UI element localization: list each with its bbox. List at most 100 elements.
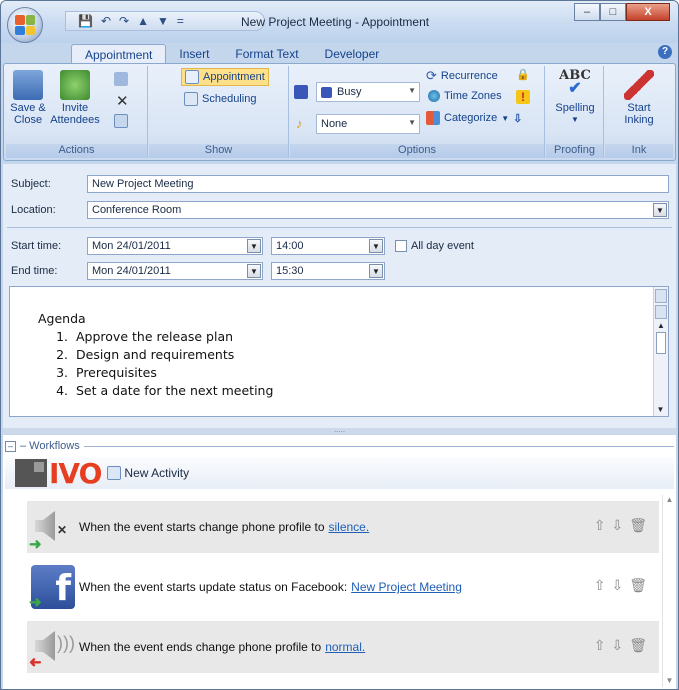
trash-icon[interactable]: 🗑 [629, 637, 647, 654]
notes-body[interactable]: Agenda Approve the release plan Design a… [9, 286, 669, 417]
window-title: New Project Meeting - Appointment [241, 15, 430, 29]
office-button[interactable] [7, 7, 43, 43]
scroll-thumb[interactable] [656, 332, 666, 354]
workflow-scrollbar[interactable]: ▲ ▼ [662, 495, 676, 687]
chevron-down-icon[interactable]: ▼ [247, 239, 261, 253]
redo-icon[interactable]: ↷ [119, 14, 129, 28]
group-label-options: Options [290, 144, 544, 158]
next-item-icon[interactable]: ▼ [157, 14, 169, 28]
subject-label: Subject: [11, 178, 51, 190]
save-close-button[interactable]: Save & Close [10, 70, 46, 126]
move-down-icon[interactable]: ⇩ [611, 577, 623, 594]
move-up-icon[interactable]: ⇧ [594, 517, 606, 534]
trash-icon[interactable]: 🗑 [629, 577, 647, 594]
delete-button[interactable]: ✕ [116, 92, 129, 110]
appointment-view-button[interactable]: Appointment [181, 68, 269, 86]
invite-label-1: Invite [61, 102, 89, 114]
chevron-down-icon[interactable]: ▼ [369, 264, 383, 278]
move-up-icon[interactable]: ⇧ [594, 577, 606, 594]
location-field[interactable]: Conference Room [87, 201, 669, 219]
tab-appointment[interactable]: Appointment [71, 44, 167, 65]
tab-insert[interactable]: Insert [166, 44, 222, 65]
show-as-swatch [294, 85, 308, 99]
chevron-down-icon: ▼ [408, 118, 416, 127]
collapse-toggle[interactable]: – [5, 440, 16, 452]
ruler-icon[interactable] [655, 289, 667, 303]
chevron-down-icon[interactable]: ▼ [247, 264, 261, 278]
ivo-mark-icon [15, 459, 47, 487]
title-bar: 💾 ↶ ↷ ▲ ▼ = New Project Meeting - Appoin… [1, 1, 678, 43]
quick-access-toolbar: 💾 ↶ ↷ ▲ ▼ = [65, 11, 265, 31]
start-date-field[interactable]: Mon 24/01/2011 [87, 237, 263, 255]
appointment-icon [185, 70, 199, 84]
save-close-icon [13, 70, 43, 100]
workflow-link[interactable]: normal. [325, 640, 365, 654]
spelling-button[interactable]: ABC ✔ Spelling ▼ [550, 69, 600, 126]
recurrence-button[interactable]: ⟳ Recurrence [426, 68, 498, 84]
appointment-window: 💾 ↶ ↷ ▲ ▼ = New Project Meeting - Appoin… [0, 0, 679, 690]
end-time-field[interactable]: 15:30 [271, 262, 385, 280]
scroll-down-icon[interactable]: ▼ [654, 405, 667, 414]
minimize-button[interactable]: – [574, 3, 600, 21]
start-inking-label-1: Start [627, 102, 651, 114]
pane-splitter[interactable]: ..... [3, 426, 676, 434]
scroll-up-icon[interactable]: ▲ [654, 321, 668, 330]
chevron-down-icon[interactable]: ▼ [369, 239, 383, 253]
workflow-link[interactable]: New Project Meeting [351, 580, 462, 594]
customize-qat-icon[interactable]: = [177, 14, 184, 28]
move-down-icon[interactable]: ⇩ [611, 517, 623, 534]
reminder-dropdown[interactable]: None ▼ [316, 114, 420, 134]
chevron-down-icon[interactable]: ▼ [653, 203, 667, 217]
scroll-down-icon[interactable]: ▼ [663, 676, 676, 685]
workflow-row[interactable]: ))) ➜ When the event ends change phone p… [27, 621, 659, 673]
low-importance-icon[interactable]: ⇩ [513, 112, 522, 125]
move-down-icon[interactable]: ⇩ [611, 637, 623, 654]
speaker-muted-icon: ✕ ➜ [27, 501, 79, 553]
trash-icon[interactable]: 🗑 [629, 517, 647, 534]
ribbon: Save & Close Invite Attendees ✕ Actions … [3, 63, 676, 161]
group-label-show: Show [149, 144, 288, 158]
scheduling-button[interactable]: Scheduling [184, 92, 256, 106]
globe-icon [428, 90, 440, 102]
categorize-button[interactable]: Categorize ▼ ⇩ [426, 111, 522, 125]
time-zones-button[interactable]: Time Zones [428, 90, 502, 102]
previous-item-icon[interactable]: ▲ [137, 14, 149, 28]
help-icon[interactable]: ? [658, 45, 672, 59]
spelling-label: Spelling [555, 102, 595, 114]
workflow-row[interactable]: f ➜ When the event starts update status … [27, 561, 659, 613]
office-logo-icon [15, 15, 35, 35]
calendar-small-button[interactable] [114, 72, 128, 86]
undo-icon[interactable]: ↶ [101, 14, 111, 28]
categorize-icon [426, 111, 440, 125]
workflow-row[interactable]: ✕ ➜ When the event starts change phone p… [27, 501, 659, 553]
start-inking-button[interactable]: Start Inking [613, 70, 665, 126]
move-up-icon[interactable]: ⇧ [594, 637, 606, 654]
ivo-logo: IVO [15, 456, 102, 490]
invite-attendees-button[interactable]: Invite Attendees [50, 70, 100, 126]
new-activity-button[interactable]: New Activity [107, 466, 189, 480]
ivo-wordmark: IVO [49, 456, 102, 490]
workflow-text: When the event starts update status on F… [79, 580, 348, 594]
scroll-up-icon[interactable]: ▲ [663, 495, 676, 504]
workflow-text: When the event ends change phone profile… [79, 640, 322, 654]
forward-button[interactable] [114, 114, 128, 128]
body-scrollbar[interactable]: ▲ ▼ [653, 287, 668, 416]
workflow-link[interactable]: silence. [329, 520, 370, 534]
tab-developer[interactable]: Developer [312, 44, 393, 65]
maximize-button[interactable]: □ [600, 3, 626, 21]
high-importance-button[interactable]: ! [516, 90, 530, 104]
subject-field[interactable]: New Project Meeting [87, 175, 669, 193]
private-lock-icon[interactable]: 🔒 [516, 68, 530, 81]
location-label: Location: [11, 204, 56, 216]
tab-format-text[interactable]: Format Text [222, 44, 311, 65]
close-button[interactable]: X [626, 3, 670, 21]
save-icon[interactable]: 💾 [78, 14, 93, 28]
all-day-checkbox[interactable] [395, 240, 407, 252]
show-as-dropdown[interactable]: Busy ▼ [316, 82, 420, 102]
show-as-icon [294, 85, 308, 99]
hand-icon[interactable] [655, 305, 667, 319]
attendees-icon [60, 70, 90, 100]
group-proofing: ABC ✔ Spelling ▼ Proofing [546, 66, 604, 158]
start-time-field[interactable]: 14:00 [271, 237, 385, 255]
end-date-field[interactable]: Mon 24/01/2011 [87, 262, 263, 280]
